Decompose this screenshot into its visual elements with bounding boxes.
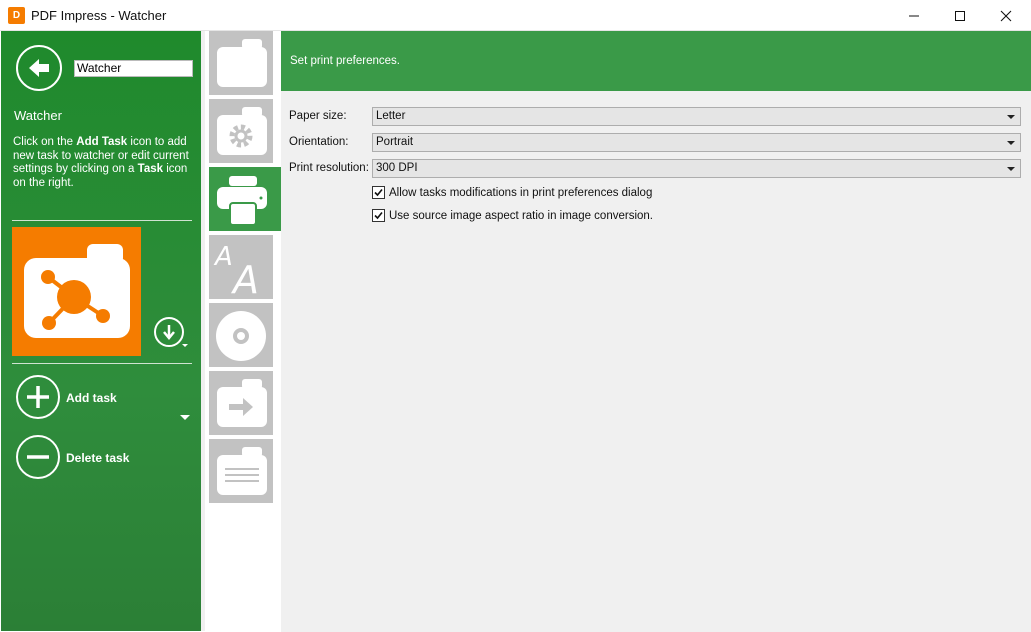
folder-icon <box>217 39 267 87</box>
back-arrow-icon <box>29 59 49 77</box>
document-tile[interactable] <box>209 439 273 503</box>
maximize-icon <box>955 10 965 21</box>
orientation-label: Orientation: <box>289 136 349 148</box>
print-tile[interactable] <box>209 167 281 231</box>
aspect-ratio-label[interactable]: Use source image aspect ratio in image c… <box>389 210 653 222</box>
watcher-sidebar: Watcher Watcher Click on the Add Task ic… <box>1 31 201 631</box>
share-task-icon <box>24 244 130 338</box>
svg-text:A: A <box>230 258 259 299</box>
export-tile[interactable] <box>209 371 273 435</box>
add-task-button[interactable] <box>16 375 60 419</box>
print-resolution-label: Print resolution: <box>289 162 369 174</box>
add-task-dropdown-icon[interactable] <box>180 415 190 420</box>
chevron-down-icon <box>1007 141 1015 145</box>
download-button[interactable] <box>154 317 184 347</box>
settings-icon <box>217 107 267 155</box>
aspect-ratio-checkbox[interactable] <box>372 209 385 222</box>
document-icon <box>217 447 267 495</box>
print-resolution-value: 300 DPI <box>376 162 418 174</box>
checkmark-icon <box>374 188 383 197</box>
divider <box>12 363 192 364</box>
delete-task-label[interactable]: Delete task <box>66 451 129 465</box>
arrow-down-icon <box>163 325 175 340</box>
folder-tile[interactable] <box>209 31 273 95</box>
print-preferences-panel: Paper size: Letter Orientation: Portrait… <box>281 91 1031 632</box>
title-bar: D PDF Impress - Watcher <box>0 0 1031 31</box>
print-resolution-select[interactable]: 300 DPI <box>372 159 1021 178</box>
minus-icon <box>27 455 49 459</box>
disc-icon <box>216 311 266 361</box>
minimize-button[interactable] <box>891 0 937 31</box>
divider <box>12 220 192 221</box>
watcher-heading: Watcher <box>14 108 62 123</box>
maximize-button[interactable] <box>937 0 983 31</box>
orientation-value: Portrait <box>376 136 414 148</box>
delete-task-button[interactable] <box>16 435 60 479</box>
plus-icon <box>27 386 49 408</box>
allow-mods-label[interactable]: Allow tasks modifications in print prefe… <box>389 187 652 199</box>
add-task-label[interactable]: Add task <box>66 391 117 405</box>
printer-icon <box>217 176 267 226</box>
settings-tile[interactable] <box>209 99 273 163</box>
app-icon: D <box>8 7 25 24</box>
close-button[interactable] <box>983 0 1029 31</box>
section-header: Set print preferences. <box>281 31 1031 91</box>
minimize-icon <box>909 15 919 16</box>
download-dropdown-icon[interactable] <box>182 344 188 347</box>
back-button[interactable] <box>16 45 62 91</box>
disc-tile[interactable] <box>209 303 273 367</box>
instructions-text: Click on the Add Task icon to add new ta… <box>13 136 189 189</box>
orientation-select[interactable]: Portrait <box>372 133 1021 152</box>
section-title: Set print preferences. <box>290 55 400 67</box>
font-tile[interactable]: A A <box>209 235 273 302</box>
font-icon: A A <box>213 242 259 302</box>
export-arrow-icon <box>217 379 267 427</box>
chevron-down-icon <box>1007 115 1015 119</box>
paper-size-select[interactable]: Letter <box>372 107 1021 126</box>
paper-size-value: Letter <box>376 110 406 122</box>
window-title: PDF Impress - Watcher <box>31 8 167 23</box>
task-tile-share[interactable] <box>12 227 141 356</box>
paper-size-label: Paper size: <box>289 110 347 122</box>
svg-text:A: A <box>213 242 233 272</box>
checkmark-icon <box>374 211 383 220</box>
allow-mods-checkbox[interactable] <box>372 186 385 199</box>
close-icon <box>1000 10 1012 21</box>
watcher-name-input[interactable]: Watcher <box>74 60 193 77</box>
task-icon-strip: A A <box>201 31 282 631</box>
chevron-down-icon <box>1007 167 1015 171</box>
